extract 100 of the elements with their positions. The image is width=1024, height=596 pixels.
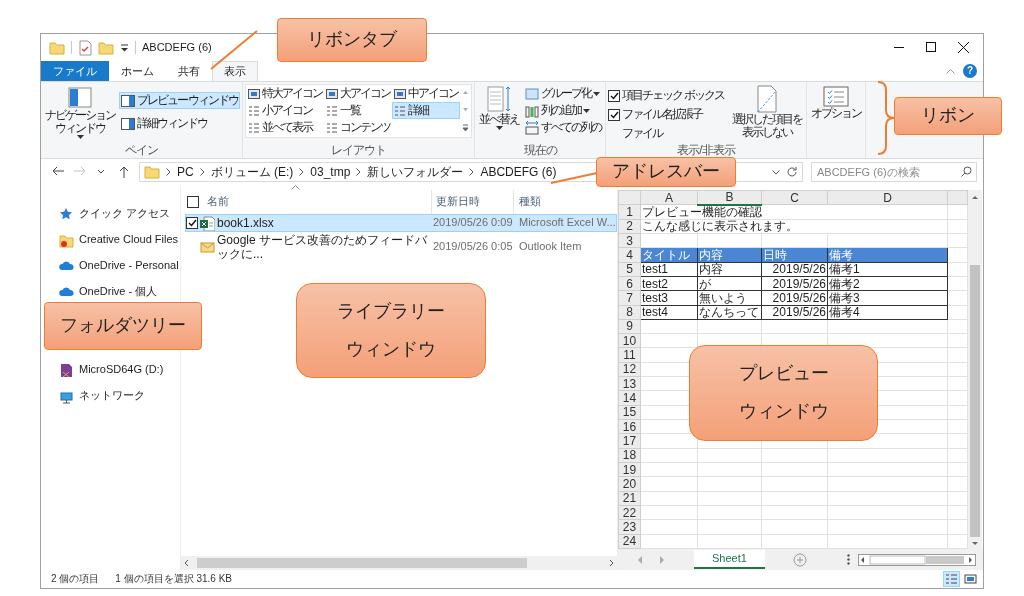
sheet-cell: 2019/5/26 [761, 276, 828, 291]
group-label: ペイン [125, 142, 159, 158]
file-name: Google サービス改善のためフィードバックに... [217, 233, 429, 261]
view-icon [394, 87, 407, 100]
breadcrumb-item[interactable]: 03_tmp [310, 164, 351, 180]
sidebar-item[interactable]: Creative Cloud Files [79, 233, 179, 247]
file-type: Microsoft Excel W... [518, 216, 616, 230]
pane-toggle-button[interactable]: プレビュー ウィンドウ [119, 92, 241, 109]
more-icon[interactable] [846, 554, 850, 565]
add-column-icon [525, 103, 540, 118]
sheet-cell: 2019/5/26 [761, 305, 828, 320]
layout-option[interactable]: 中アイコン [392, 85, 461, 102]
scrollbar[interactable] [857, 553, 976, 566]
star-icon [59, 206, 74, 222]
sheet-cell: 備考2 [827, 276, 948, 291]
up-icon[interactable] [117, 165, 131, 179]
close-icon[interactable] [958, 42, 969, 53]
checkbox-label[interactable]: ファイル名拡張子 [622, 107, 703, 122]
view-icon [326, 87, 339, 100]
status-text: 2 個の項目 [51, 573, 100, 585]
column-header[interactable]: C [761, 190, 828, 205]
sheet-cell: なんちって [697, 305, 762, 320]
view-icon [248, 121, 261, 134]
breadcrumb-item[interactable]: PC [177, 164, 194, 180]
sheet-tab[interactable]: Sheet1 [694, 549, 765, 570]
sheet-cell: 備考1 [827, 262, 948, 277]
sheet-cell: 無いよう [697, 290, 762, 305]
callout-label: プレビュー ウィンドウ [689, 345, 878, 441]
checklist-icon [78, 39, 92, 56]
search-icon [961, 166, 972, 177]
layout-option[interactable]: 小アイコン [246, 102, 325, 119]
select-all-checkbox[interactable] [187, 196, 199, 208]
collapse-ribbon-icon[interactable] [946, 68, 955, 74]
file-tab[interactable]: ファイル [41, 61, 109, 81]
layout-option[interactable]: 並べて表示 [246, 119, 325, 136]
layout-option[interactable]: 大アイコン [324, 85, 393, 102]
sidebar-item[interactable]: クイック アクセス [79, 207, 171, 221]
group-icon [525, 86, 540, 101]
chevron-icon [166, 168, 171, 176]
folder-icon [49, 39, 65, 56]
sheet-cell: プレビュー機能の確認 [640, 204, 948, 220]
pane-toggle-button[interactable]: 詳細ウィンドウ [119, 115, 241, 132]
callout-label: ライブラリー ウィンドウ [296, 283, 486, 378]
view-option-button[interactable]: グループ化 [523, 85, 604, 102]
cloud-folder-icon [59, 232, 74, 248]
sheet-cell: test3 [640, 290, 698, 305]
window-title: ABCDEFG (6) [142, 40, 212, 55]
layout-option[interactable]: 一覧 [324, 102, 393, 119]
spreadsheet-icon [200, 215, 215, 231]
view-option-button[interactable]: すべての列の [523, 119, 604, 136]
breadcrumb-item[interactable]: 新しいフォルダー [367, 164, 464, 180]
help-button[interactable]: ? [963, 64, 977, 78]
sheet-cell: 内容 [697, 262, 762, 277]
chevron-icon [299, 168, 305, 176]
sheet-cell: 2019/5/26 [761, 262, 828, 277]
navigation-pane-button[interactable]: ナビゲーション ウィンドウ [43, 84, 117, 142]
ribbon-tab[interactable]: ホーム [109, 61, 166, 81]
status-text: 1 個の項目を選択 31.6 KB [115, 573, 233, 585]
dropdown-icon[interactable] [772, 169, 780, 175]
checkbox[interactable] [608, 108, 621, 121]
column-header[interactable]: D [827, 190, 948, 205]
large-icons-view-icon[interactable] [963, 572, 978, 586]
checkbox[interactable] [186, 217, 198, 229]
options-button[interactable]: オプション [808, 84, 863, 142]
sd-card-icon [59, 362, 74, 378]
view-option-button[interactable]: 列の追加 [523, 102, 604, 119]
breadcrumb-item[interactable]: ABCDEFG (6) [480, 164, 557, 180]
sidebar-item[interactable]: OneDrive - Personal [79, 259, 179, 273]
layout-option[interactable]: コンテンツ [324, 119, 393, 136]
sort-button[interactable]: 並べ替え [477, 84, 522, 142]
refresh-icon[interactable] [786, 166, 798, 178]
dropdown-icon[interactable] [120, 43, 129, 52]
checkbox[interactable] [608, 89, 621, 102]
sheet-cell: 2019/5/26 [761, 290, 828, 305]
ribbon-tab[interactable]: 共有 [166, 61, 212, 81]
column-header[interactable]: A [640, 190, 698, 205]
column-header[interactable]: 名前 [207, 195, 229, 209]
sidebar-item[interactable]: ネットワーク [79, 389, 145, 403]
checkbox-label[interactable]: 項目チェック ボックス [622, 88, 724, 103]
layout-option[interactable]: 詳細 [392, 102, 461, 119]
scrollbar[interactable] [181, 556, 617, 570]
view-icon [326, 104, 339, 117]
search-field[interactable]: ABCDEFG (6)の検索 [811, 162, 977, 182]
sidebar-item[interactable]: OneDrive - 個人 [79, 285, 158, 299]
group-label: レイアウト [331, 142, 387, 158]
group-label: 現在の [523, 142, 557, 158]
pane-icon [68, 85, 92, 109]
file-type: Outlook Item [518, 240, 583, 254]
breadcrumb-item[interactable]: ボリューム (E:) [210, 164, 294, 180]
layout-option[interactable]: 特大アイコン [246, 85, 325, 102]
checkbox-label[interactable]: ファイル [622, 126, 663, 141]
maximize-icon[interactable] [926, 42, 936, 52]
sheet-cell: test4 [640, 305, 698, 320]
ribbon-tab[interactable]: 表示 [212, 61, 258, 81]
scrollbar[interactable] [968, 190, 982, 549]
hide-selected-button[interactable]: 選択した項目を 表示しない [729, 84, 804, 142]
sidebar-item[interactable]: MicroSD64G (D:) [79, 363, 164, 377]
column-header[interactable]: B [697, 190, 762, 205]
view-icon [394, 104, 407, 117]
file-row[interactable]: book1.xlsx 2019/05/26 0:09 Microsoft Excel W... [185, 214, 617, 232]
